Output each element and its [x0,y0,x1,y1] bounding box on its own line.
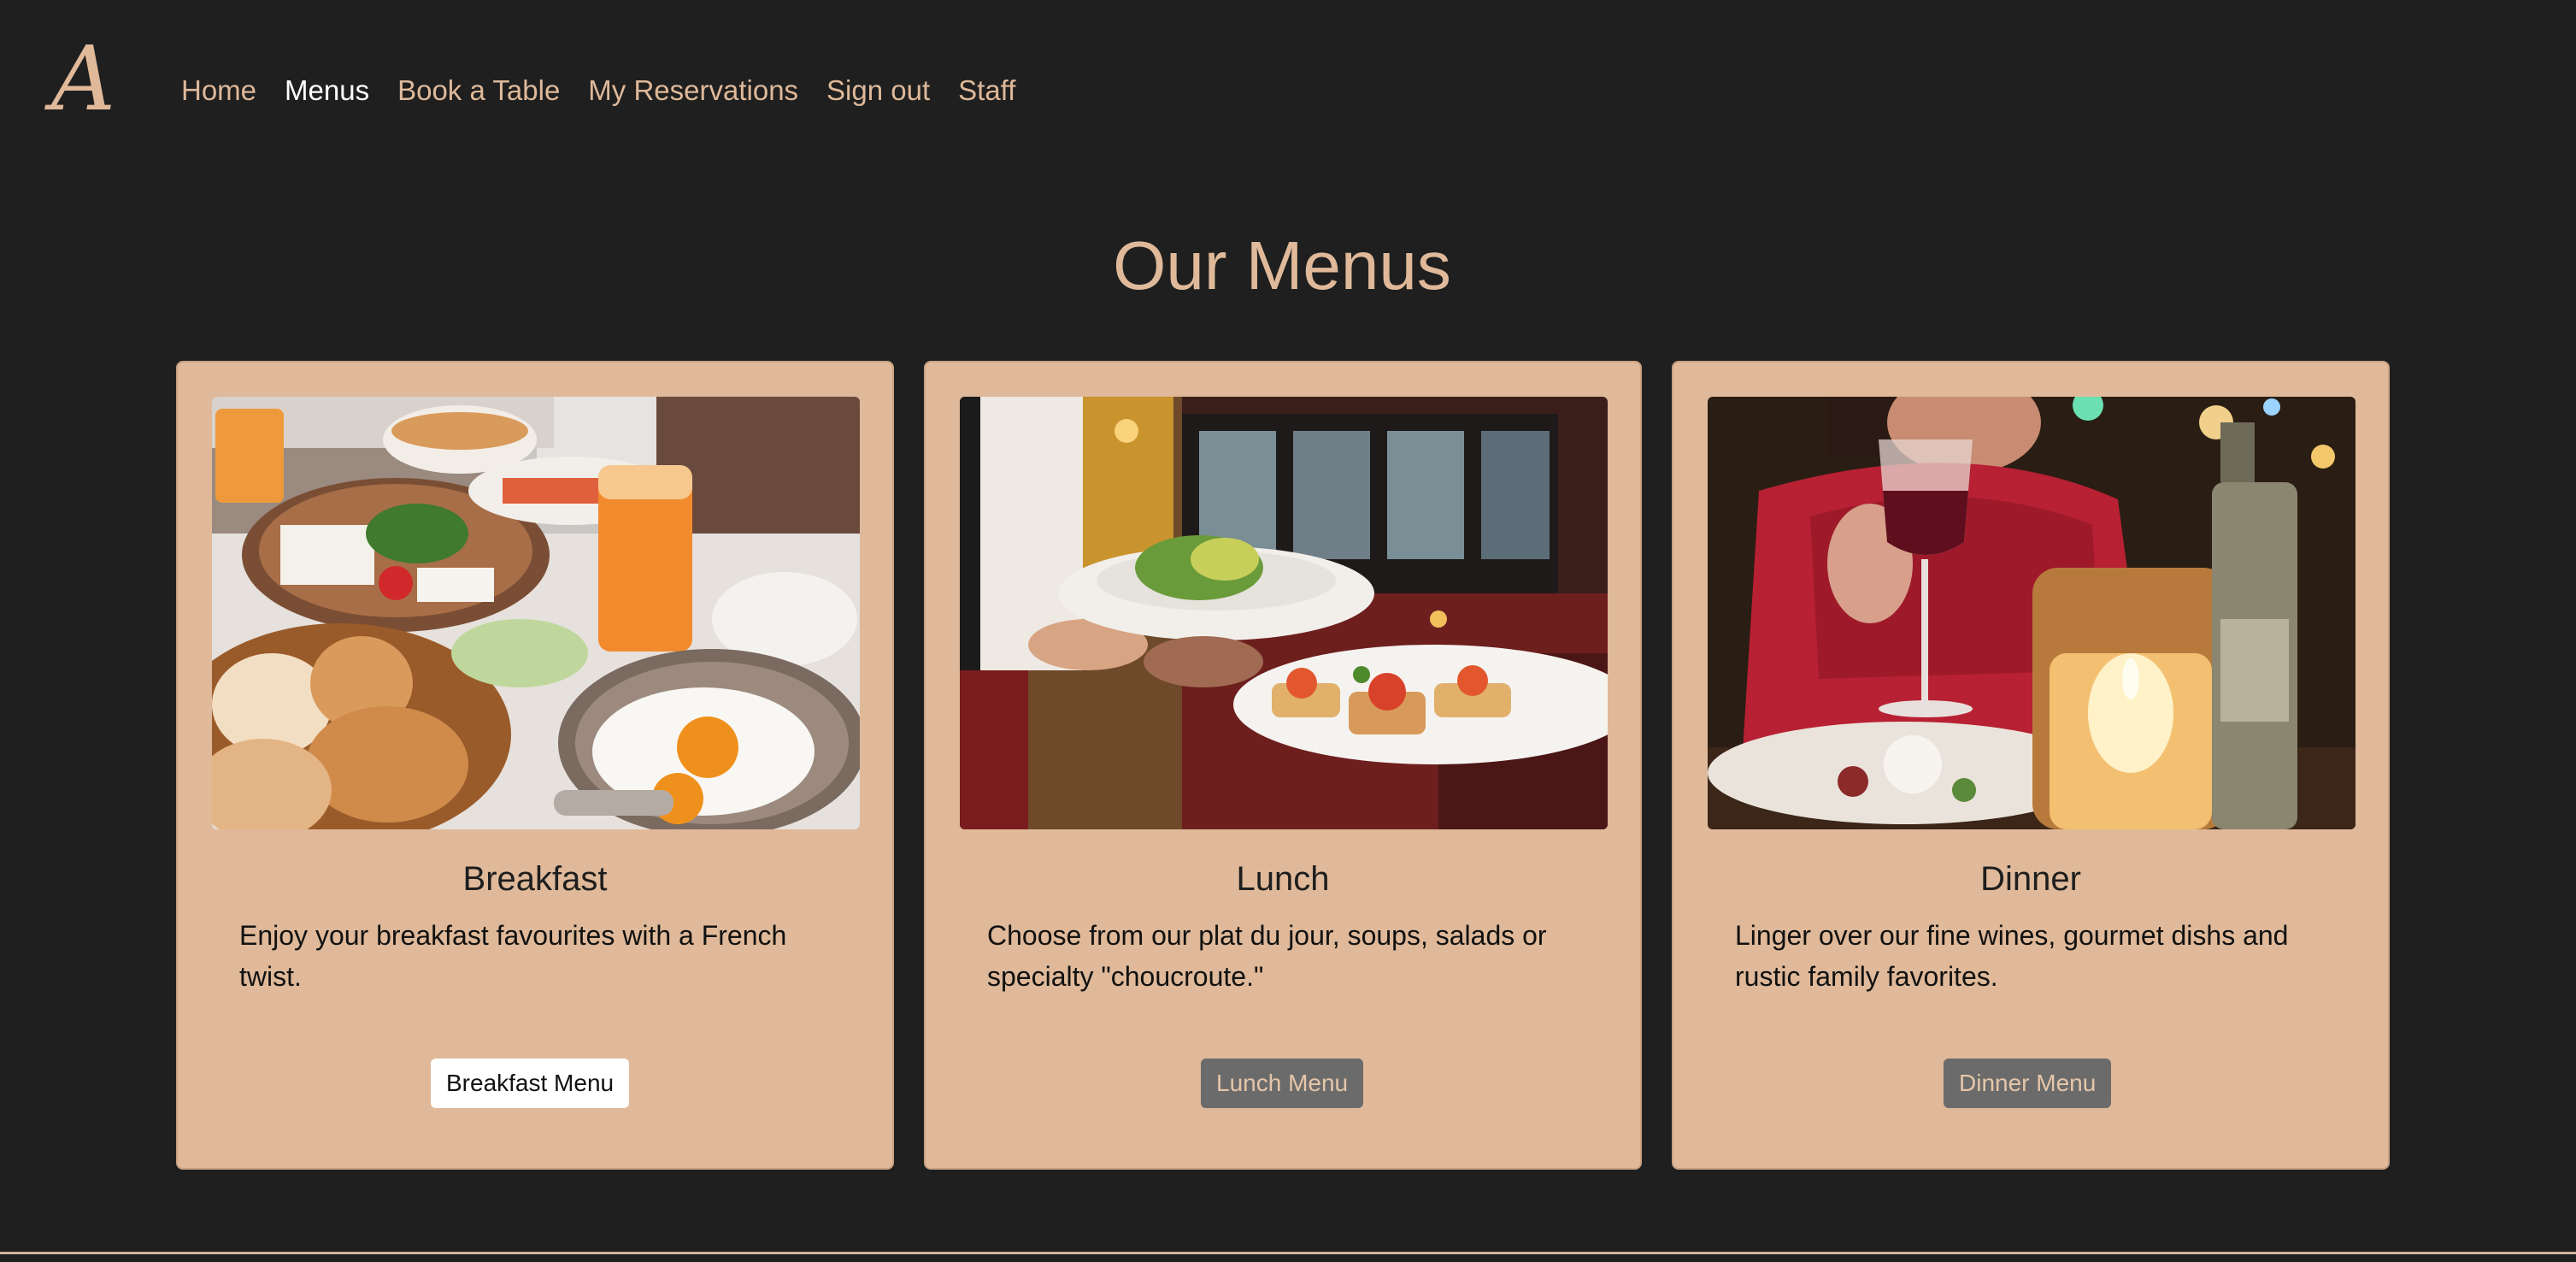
nav-links: Home Menus Book a Table My Reservations … [181,68,1044,113]
menu-card-lunch: Lunch Choose from our plat du jour, soup… [924,361,1642,1170]
lunch-image [960,397,1608,829]
page-title: Our Menus [1113,227,1451,304]
dinner-menu-button[interactable]: Dinner Menu [1944,1059,2112,1108]
nav-link-book-a-table[interactable]: Book a Table [397,74,560,107]
breakfast-image [212,397,860,829]
brand-logo-letter: A [51,27,116,131]
menu-card-breakfast: Breakfast Enjoy your breakfast favourite… [176,361,894,1170]
nav-link-menus[interactable]: Menus [285,74,369,107]
lunch-menu-button[interactable]: Lunch Menu [1201,1059,1364,1108]
breakfast-menu-button[interactable]: Breakfast Menu [431,1059,630,1108]
footer-divider [0,1252,2576,1254]
nav-link-my-reservations[interactable]: My Reservations [588,74,798,107]
nav-link-home[interactable]: Home [181,74,256,107]
nav-link-staff[interactable]: Staff [958,74,1015,107]
menu-card-dinner: Dinner Linger over our fine wines, gourm… [1672,361,2390,1170]
top-navbar: A Home Menus Book a Table My Reservation… [0,0,2576,180]
nav-link-sign-out[interactable]: Sign out [826,74,930,107]
card-description: Choose from our plat du jour, soups, sal… [987,920,1547,992]
brand-logo[interactable]: A [48,27,150,130]
card-title: Dinner [1980,860,2081,898]
card-title: Lunch [1236,860,1330,898]
dinner-image [1708,397,2355,829]
card-description: Linger over our fine wines, gourmet dish… [1735,920,2289,992]
card-description: Enjoy your breakfast favourites with a F… [239,920,787,992]
card-title: Breakfast [462,860,608,898]
